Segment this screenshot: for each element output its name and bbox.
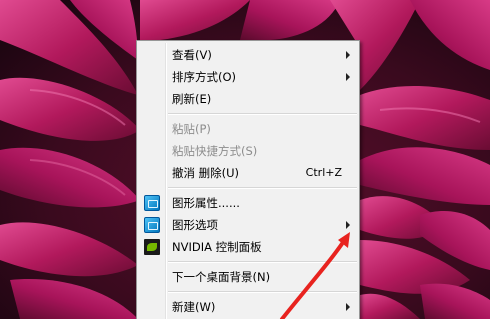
nvidia-icon (144, 239, 160, 255)
menu-separator (168, 113, 357, 115)
menu-item-paste[interactable]: 粘贴(P) (137, 118, 359, 140)
submenu-arrow-icon (346, 73, 350, 81)
menu-item-nvidia-control-panel[interactable]: NVIDIA 控制面板 (137, 236, 359, 258)
menu-item-refresh[interactable]: 刷新(E) (137, 88, 359, 110)
menu-item-label: 粘贴(P) (172, 122, 211, 136)
menu-item-sort-by[interactable]: 排序方式(O) (137, 66, 359, 88)
submenu-arrow-icon (346, 51, 350, 59)
intel-graphics-icon (144, 195, 160, 211)
submenu-arrow-icon (346, 221, 350, 229)
menu-item-label: 图形属性...... (172, 196, 240, 210)
menu-item-label: 刷新(E) (172, 92, 212, 106)
intel-graphics-icon (144, 217, 160, 233)
menu-item-label: 新建(W) (172, 300, 216, 314)
menu-item-next-desktop-background[interactable]: 下一个桌面背景(N) (137, 266, 359, 288)
menu-item-label: 下一个桌面背景(N) (172, 270, 271, 284)
menu-separator (168, 187, 357, 189)
menu-item-label: 查看(V) (172, 48, 212, 62)
menu-item-new[interactable]: 新建(W) (137, 296, 359, 318)
submenu-arrow-icon (346, 303, 350, 311)
menu-separator (168, 291, 357, 293)
menu-item-label: 排序方式(O) (172, 70, 237, 84)
menu-item-graphics-options[interactable]: 图形选项 (137, 214, 359, 236)
menu-item-label: NVIDIA 控制面板 (172, 240, 262, 254)
menu-item-undo-delete[interactable]: 撤消 删除(U) Ctrl+Z (137, 162, 359, 184)
menu-item-label: 图形选项 (172, 218, 218, 232)
menu-item-view[interactable]: 查看(V) (137, 44, 359, 66)
menu-separator (168, 261, 357, 263)
menu-item-paste-shortcut[interactable]: 粘贴快捷方式(S) (137, 140, 359, 162)
menu-item-label: 粘贴快捷方式(S) (172, 144, 258, 158)
menu-item-label: 撤消 删除(U) (172, 166, 240, 180)
desktop-context-menu: 查看(V) 排序方式(O) 刷新(E) 粘贴(P) 粘贴快捷方式(S) 撤消 删… (136, 40, 360, 319)
menu-item-shortcut: Ctrl+Z (305, 166, 342, 179)
menu-item-graphics-properties[interactable]: 图形属性...... (137, 192, 359, 214)
